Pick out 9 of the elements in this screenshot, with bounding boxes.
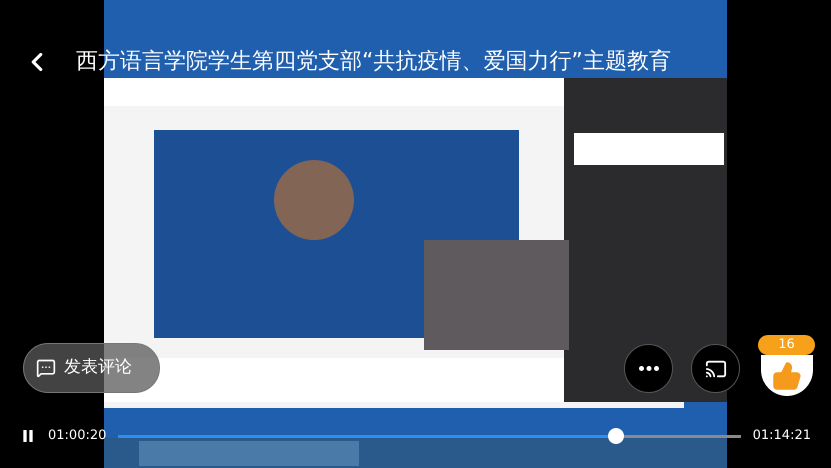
duration-time: 01:14:21 xyxy=(752,427,811,446)
like-button[interactable] xyxy=(761,355,813,396)
comment-icon xyxy=(36,358,56,378)
like-count-badge: 16 xyxy=(758,335,815,355)
comment-button[interactable]: 发表评论 xyxy=(23,343,160,393)
elapsed-time: 01:00:20 xyxy=(48,427,106,446)
more-icon xyxy=(638,366,658,371)
progress-slider[interactable] xyxy=(118,428,741,444)
thumbs-up-icon xyxy=(772,360,802,390)
